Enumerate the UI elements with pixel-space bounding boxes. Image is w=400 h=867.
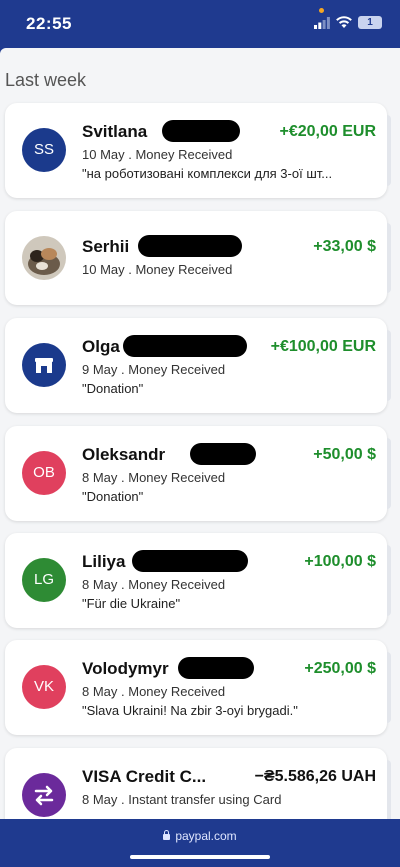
status-bar: 22:55 1 <box>0 0 400 48</box>
transaction-date-type: 8 May . Money Received <box>82 470 226 485</box>
url-text: paypal.com <box>175 829 237 843</box>
battery-icon: 1 <box>358 16 382 29</box>
section-title: Last week <box>5 70 87 90</box>
transaction-amount: +100,00 $ <box>304 553 376 570</box>
redaction-mark <box>138 235 242 257</box>
status-time: 22:55 <box>26 14 72 33</box>
sender-name: Svitlana <box>82 122 148 141</box>
url-display[interactable]: paypal.com <box>0 829 400 843</box>
transaction-card[interactable]: VK Volodymyr +250,00 $ 8 May . Money Rec… <box>5 640 391 735</box>
avatar <box>22 343 66 387</box>
transaction-card[interactable]: SS Svitlana +€20,00 EUR 10 May . Money R… <box>5 103 391 198</box>
transaction-date-type: 9 May . Money Received <box>82 362 226 377</box>
transaction-date-type: 8 May . Money Received <box>82 577 226 592</box>
transaction-card[interactable]: OB Oleksandr +50,00 $ 8 May . Money Rece… <box>5 426 391 521</box>
wifi-icon <box>336 16 352 28</box>
sender-name: Volodymyr <box>82 659 169 678</box>
avatar <box>22 773 66 817</box>
redaction-mark <box>162 120 240 142</box>
avatar: VK <box>22 665 66 709</box>
sender-name: Olga <box>82 337 120 356</box>
transaction-note: "Für die Ukraine" <box>82 596 181 611</box>
avatar: OB <box>22 451 66 495</box>
avatar: SS <box>22 128 66 172</box>
transaction-amount: +33,00 $ <box>313 238 376 255</box>
transaction-date-type: 8 May . Instant transfer using Card <box>82 792 282 807</box>
sender-name: Serhii <box>82 237 130 256</box>
transaction-amount: +250,00 $ <box>304 660 376 677</box>
transaction-card[interactable]: Serhii +33,00 $ 10 May . Money Received <box>5 211 391 305</box>
transaction-amount: +€20,00 EUR <box>279 123 376 140</box>
profile-photo-avatar <box>22 236 66 280</box>
home-indicator[interactable] <box>130 855 270 859</box>
redaction-mark <box>132 550 248 572</box>
privacy-indicator-dot <box>319 8 324 13</box>
store-icon <box>35 358 53 373</box>
sender-name: Liliya <box>82 552 126 571</box>
activity-list: Last week SS Svitlana +€20,00 EUR 10 May… <box>0 48 400 819</box>
sender-name: Oleksandr <box>82 445 166 464</box>
redaction-mark <box>178 657 254 679</box>
transaction-card[interactable]: VISA Credit C... −₴5.586,26 UAH 8 May . … <box>5 748 391 819</box>
sender-name: VISA Credit C... <box>82 767 207 786</box>
transaction-amount: −₴5.586,26 UAH <box>254 768 376 785</box>
lock-icon <box>163 830 171 840</box>
browser-url-bar[interactable]: paypal.com <box>0 819 400 867</box>
transaction-card[interactable]: Olga +€100,00 EUR 9 May . Money Received… <box>5 318 391 413</box>
transaction-amount: +€100,00 EUR <box>270 338 376 355</box>
transaction-note: "Donation" <box>82 489 144 504</box>
transaction-date-type: 8 May . Money Received <box>82 684 226 699</box>
transaction-date-type: 10 May . Money Received <box>82 147 233 162</box>
avatar: LG <box>22 558 66 602</box>
redaction-mark <box>123 335 247 357</box>
transaction-amount: +50,00 $ <box>313 446 376 463</box>
transaction-note: "Donation" <box>82 381 144 396</box>
redaction-mark <box>190 443 256 465</box>
transfer-icon <box>34 785 54 806</box>
transaction-date-type: 10 May . Money Received <box>82 262 233 277</box>
transaction-note: "на роботизовані комплекси для 3-ої шт..… <box>82 166 333 181</box>
signal-icon <box>314 17 330 29</box>
transaction-card[interactable]: LG Liliya +100,00 $ 8 May . Money Receiv… <box>5 533 391 628</box>
transaction-note: "Slava Ukraini! Na zbir 3-oyi brygadi." <box>82 703 298 718</box>
